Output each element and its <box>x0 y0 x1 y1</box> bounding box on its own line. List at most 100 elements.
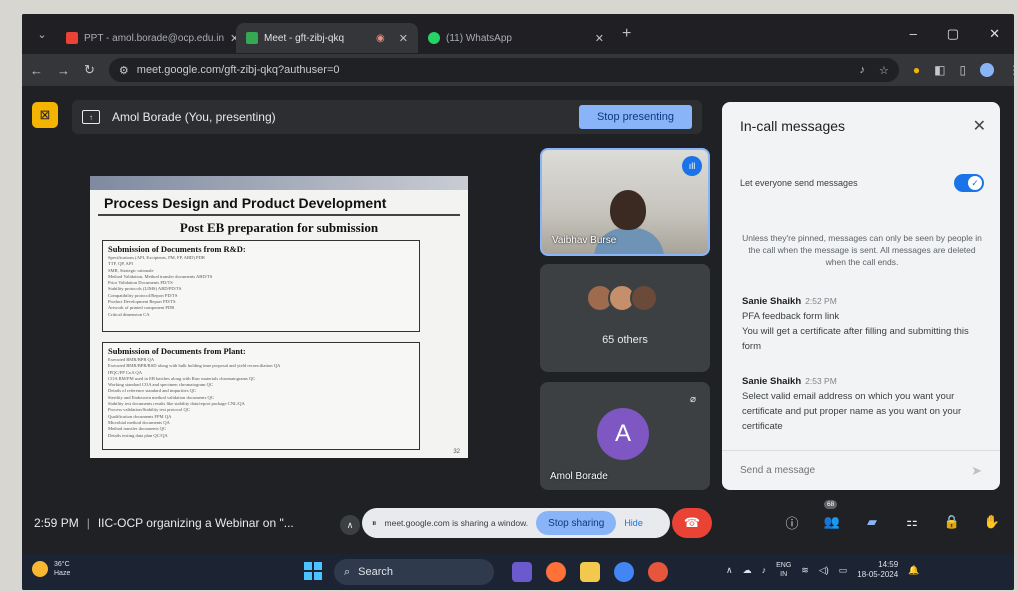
start-button[interactable] <box>304 562 322 580</box>
tab-ppt[interactable]: PPT - amol.borade@ocp.edu.in ✕ <box>56 23 236 53</box>
slide-subtitle: Post EB preparation for submission <box>179 220 379 235</box>
chevron-up-icon[interactable]: ∧ <box>726 565 733 576</box>
participant-tile-vaibhav[interactable]: ıll Vaibhav Burse <box>540 148 710 256</box>
volume-icon[interactable]: ◁) <box>819 565 829 576</box>
tab-meet[interactable]: Meet - gft-zibj-qkq ◉ ✕ <box>236 23 418 53</box>
slide-line: Details testing data plan QC/QA <box>108 432 168 438</box>
windows-logo-icon <box>304 572 312 580</box>
recording-icon: ◉ <box>376 32 385 44</box>
speaking-indicator-icon: ıll <box>682 156 702 176</box>
participant-tile-others[interactable]: 65 others <box>540 264 710 372</box>
forward-icon[interactable]: → <box>57 63 70 78</box>
minimize-icon[interactable]: – <box>910 26 917 42</box>
pause-icon: ⏸ <box>372 517 377 528</box>
meeting-time: 2:59 PM <box>34 516 79 530</box>
close-icon[interactable]: ✕ <box>595 32 604 45</box>
in-call-messages-panel: In-call messages ✕ Let everyone send mes… <box>722 102 1000 490</box>
screen-share-icon: ↑ <box>82 110 100 124</box>
reload-icon[interactable]: ↻ <box>84 62 95 78</box>
close-icon[interactable]: ✕ <box>399 32 408 45</box>
message-text: PFA feedback form link <box>742 311 840 322</box>
chrome-icon[interactable] <box>614 562 634 582</box>
mic-icon[interactable]: ♪ <box>762 565 767 575</box>
weather-desc: Haze <box>54 570 71 577</box>
notification-icon[interactable]: 🔔 <box>908 565 919 576</box>
meeting-info: 2:59 PM | IIC-OCP organizing a Webinar on … <box>34 516 294 530</box>
raise-hand-icon[interactable]: ✋ <box>982 512 1002 532</box>
info-icon[interactable]: ⓘ <box>782 512 802 532</box>
system-tray: ∧ ☁ ♪ ENG IN ≋ ◁) ▭ 14:59 18-05-2024 🔔 <box>726 560 919 580</box>
slide-box-rd: Submission of Documents from R&D: Specif… <box>102 240 420 332</box>
menu-icon[interactable]: ⋮ <box>1008 63 1014 77</box>
maximize-icon[interactable]: ▢ <box>947 26 959 42</box>
lang-top: ENG <box>776 562 792 569</box>
profile-avatar[interactable] <box>980 63 995 77</box>
slide-line: Critical dimension CA <box>108 311 150 317</box>
stop-sharing-button[interactable]: Stop sharing <box>536 511 617 535</box>
new-tab-icon[interactable]: + <box>622 25 631 43</box>
send-messages-setting: Let everyone send messages <box>740 174 984 192</box>
gmail-icon <box>66 32 78 44</box>
extensions-icon[interactable]: ◧ <box>934 63 945 77</box>
activities-icon[interactable]: ⚏ <box>902 512 922 532</box>
back-icon[interactable]: ← <box>30 63 43 78</box>
chevron-up-icon[interactable]: ∧ <box>340 515 360 535</box>
url-bar[interactable]: ⚙ meet.google.com/gft-zibj-qkq?authuser=… <box>108 58 899 82</box>
weather-widget[interactable]: 36°C Haze <box>32 560 70 578</box>
firefox-icon[interactable] <box>546 562 566 582</box>
tab-whatsapp[interactable]: (11) WhatsApp ✕ <box>418 23 614 53</box>
close-icon[interactable]: ✕ <box>973 116 986 136</box>
clock[interactable]: 14:59 18-05-2024 <box>857 560 898 580</box>
chat-icon[interactable]: ▰ <box>862 512 882 532</box>
send-icon[interactable]: ➤ <box>971 463 982 479</box>
mic-icon[interactable]: ♪ <box>860 64 866 77</box>
weather-temp: 36°C <box>54 561 70 568</box>
taskbar-apps <box>512 562 668 582</box>
battery-icon[interactable]: ▭ <box>839 565 848 576</box>
stop-presenting-button[interactable]: Stop presenting <box>578 105 692 129</box>
meeting-title: IIC-OCP organizing a Webinar on "... <box>97 516 294 530</box>
windows-taskbar: 36°C Haze ⌕ Search ∧ ☁ ♪ ENG IN ≋ ◁) ▭ 1… <box>22 554 1014 590</box>
people-icon[interactable]: 68 👥 <box>822 500 842 532</box>
tab-label: (11) WhatsApp <box>446 32 512 44</box>
panel-title: In-call messages <box>740 118 846 134</box>
language-indicator[interactable]: ENG IN <box>776 561 791 579</box>
sharing-banner: ⏸ meet.google.com is sharing a window. S… <box>362 508 670 538</box>
presenting-bar: ↑ Amol Borade (You, presenting) Stop pre… <box>72 100 702 134</box>
bulb-icon[interactable]: ● <box>913 63 920 77</box>
tab-label: Meet - gft-zibj-qkq <box>264 32 345 44</box>
tab-label: PPT - amol.borade@ocp.edu.in <box>84 32 225 44</box>
chat-message: Sanie Shaikh 2:52 PM PFA feedback form li… <box>742 294 982 354</box>
app-icon[interactable] <box>648 562 668 582</box>
send-messages-toggle[interactable] <box>954 174 984 192</box>
message-time: 2:53 PM <box>805 376 837 386</box>
site-settings-icon[interactable]: ⚙ <box>119 64 129 77</box>
message-time: 2:52 PM <box>805 296 837 306</box>
close-window-icon[interactable]: ✕ <box>989 26 1000 42</box>
message-sender: Sanie Shaikh <box>742 296 802 307</box>
host-controls-icon[interactable]: 🔒 <box>942 512 962 532</box>
tab-search-icon[interactable]: ⌄ <box>28 24 56 44</box>
windows-logo-icon <box>314 562 322 570</box>
browser-tab-bar: ⌄ PPT - amol.borade@ocp.edu.in ✕ Meet - … <box>22 14 1014 54</box>
file-explorer-icon[interactable] <box>580 562 600 582</box>
toolbar-extensions: ● ◧ ▯ ⋮ <box>913 63 1014 77</box>
star-icon[interactable]: ☆ <box>879 64 889 77</box>
sidebar-icon[interactable]: ▯ <box>960 63 967 77</box>
hide-button[interactable]: Hide <box>624 518 643 528</box>
clock-time: 14:59 <box>878 560 899 569</box>
avatar: A <box>597 408 649 460</box>
cloud-icon[interactable]: ☁ <box>743 565 752 576</box>
search-label: Search <box>358 566 394 578</box>
taskbar-search[interactable]: ⌕ Search <box>334 559 494 585</box>
weather-text: 36°C Haze <box>54 560 70 578</box>
participant-tile-amol[interactable]: ⌀ A Amol Borade <box>540 382 710 490</box>
phone-icon: ☎ <box>683 515 701 530</box>
end-call-button[interactable]: ☎ <box>672 508 712 538</box>
message-sender: Sanie Shaikh <box>742 376 802 387</box>
wifi-icon[interactable]: ≋ <box>801 565 809 576</box>
meet-app-icon[interactable] <box>512 562 532 582</box>
window-controls: – ▢ ✕ <box>910 26 1014 42</box>
send-message-input[interactable] <box>740 465 972 476</box>
slide-title: Process Design and Product Development <box>98 190 460 216</box>
